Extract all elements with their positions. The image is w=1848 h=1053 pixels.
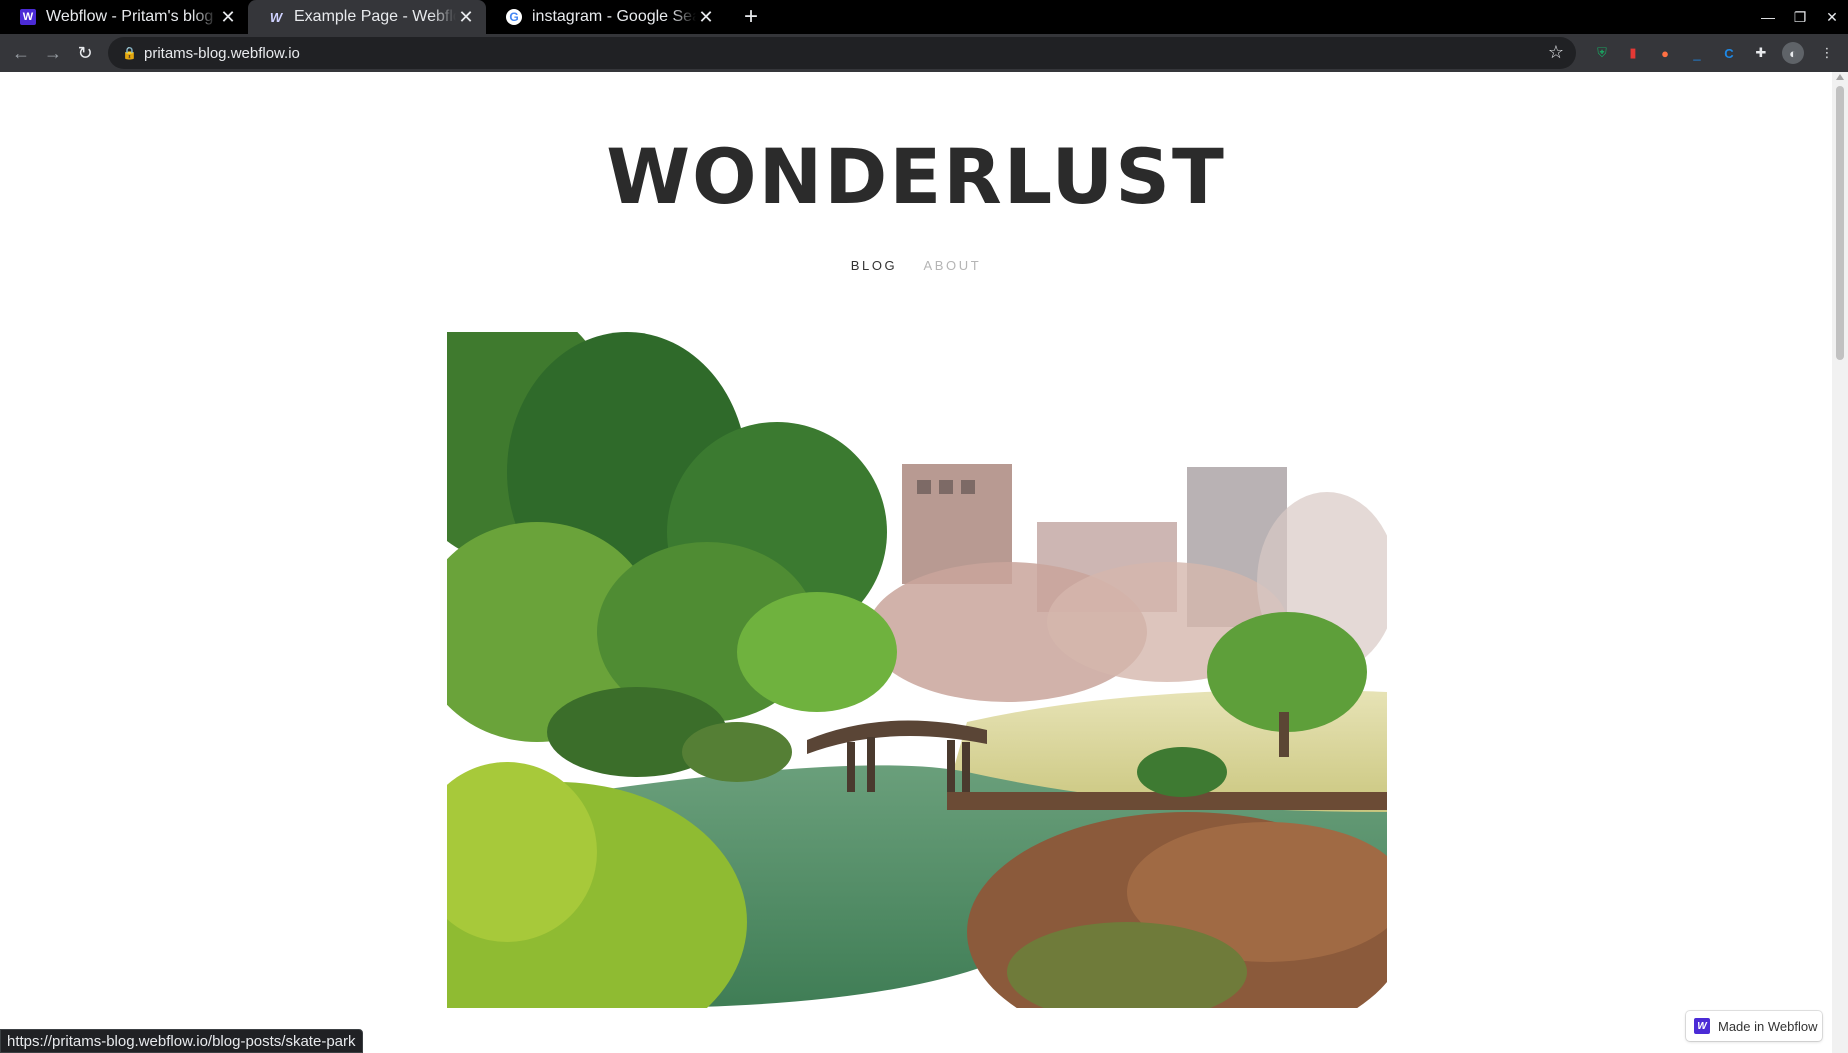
webflow-logo-icon: W: [1694, 1018, 1710, 1034]
avatar[interactable]: ◐: [1782, 42, 1804, 64]
fire-extension-icon[interactable]: ●: [1654, 42, 1676, 64]
tab-title: Webflow - Pritam's blog: [46, 8, 214, 25]
tab-google-search[interactable]: G instagram - Google Search ✕: [486, 0, 726, 34]
tab-webflow-blog[interactable]: W Webflow - Pritam's blog ✕: [0, 0, 248, 34]
scroll-thumb[interactable]: [1836, 86, 1844, 360]
window-controls: — ❐ ✕: [1752, 0, 1848, 34]
close-icon[interactable]: ✕: [218, 7, 238, 28]
webflow-icon: W: [20, 9, 36, 25]
lock-icon: 🔒: [122, 46, 137, 60]
red-extension-icon[interactable]: ▮: [1622, 42, 1644, 64]
page-viewport: WONDERLUST BLOG ABOUT: [0, 72, 1848, 1053]
back-arrow-icon[interactable]: ←: [6, 38, 36, 68]
new-tab-button[interactable]: +: [736, 0, 766, 34]
restore-icon[interactable]: ❐: [1784, 0, 1816, 34]
made-in-webflow-badge[interactable]: W Made in Webflow: [1686, 1011, 1822, 1041]
garden-illustration: [447, 332, 1387, 1008]
tab-strip: W Webflow - Pritam's blog ✕ W Example Pa…: [0, 0, 1848, 34]
close-icon[interactable]: ✕: [456, 7, 476, 28]
minimize-icon[interactable]: —: [1752, 0, 1784, 34]
blue-line-extension-icon[interactable]: _: [1686, 42, 1708, 64]
menu-kebab-icon[interactable]: ⋮: [1816, 42, 1838, 64]
c-extension-icon[interactable]: C: [1718, 42, 1740, 64]
google-icon: G: [506, 9, 522, 25]
tab-example-page[interactable]: W Example Page - Webflow ✕: [248, 0, 486, 34]
nav-link-about[interactable]: ABOUT: [923, 258, 981, 273]
site-title[interactable]: WONDERLUST: [0, 132, 1832, 221]
badge-label: Made in Webflow: [1718, 1018, 1818, 1034]
forward-arrow-icon[interactable]: →: [38, 38, 68, 68]
page-scrollbar[interactable]: [1832, 72, 1848, 1053]
tab-title: instagram - Google Search: [532, 8, 696, 25]
nav-link-blog[interactable]: BLOG: [851, 258, 898, 273]
tab-title: Example Page - Webflow: [294, 8, 456, 25]
close-window-icon[interactable]: ✕: [1816, 0, 1848, 34]
scroll-up-arrow-icon[interactable]: [1836, 74, 1844, 80]
browser-toolbar: ← → ↻ 🔒 pritams-blog.webflow.io ☆ ⛨ ▮ ● …: [0, 34, 1848, 72]
webflow-w-icon: W: [269, 9, 283, 25]
bookmark-star-icon[interactable]: ☆: [1548, 42, 1564, 63]
puzzle-extensions-icon[interactable]: ✚: [1750, 42, 1772, 64]
reload-icon[interactable]: ↻: [70, 38, 100, 68]
link-status-bar: https://pritams-blog.webflow.io/blog-pos…: [0, 1029, 363, 1053]
shield-extension-icon[interactable]: ⛨: [1591, 42, 1613, 64]
address-bar[interactable]: 🔒 pritams-blog.webflow.io ☆: [108, 37, 1576, 69]
url-text: pritams-blog.webflow.io: [144, 44, 300, 62]
hero-image[interactable]: [447, 332, 1387, 1008]
close-icon[interactable]: ✕: [696, 7, 716, 28]
site-nav: BLOG ABOUT: [0, 258, 1832, 273]
